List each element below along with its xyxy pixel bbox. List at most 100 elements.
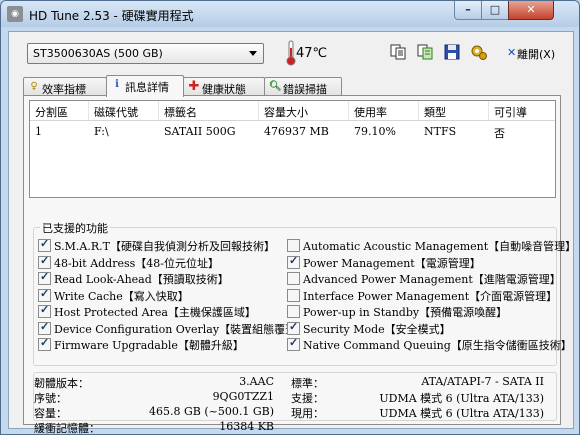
chevron-down-icon <box>249 51 257 56</box>
cell-partition: 1 <box>35 125 42 138</box>
checkbox[interactable] <box>38 254 51 269</box>
checkbox[interactable] <box>287 288 300 302</box>
options-gear-icon <box>471 45 487 60</box>
feature-label: S.M.A.R.T【硬碟自我偵測分析及回報技術】 <box>54 240 275 253</box>
checkbox[interactable] <box>38 336 51 351</box>
feature-label: Security Mode【安全模式】 <box>303 322 451 336</box>
cell-type: NTFS <box>424 125 457 138</box>
tab-benchmark[interactable]: ♀ 效率指標 <box>23 77 107 96</box>
supported-features-group: 已支援的功能 S.M.A.R.T【硬碟自我偵測分析及回報技術】 48-bit Ad… <box>33 220 576 366</box>
column-divider <box>88 101 89 120</box>
column-divider <box>258 101 259 120</box>
feature-label: Write Cache【寫入快取】 <box>54 289 189 303</box>
minimize-icon: – <box>465 3 471 16</box>
capacity-label: 容量： <box>34 407 67 420</box>
hdtune-app-icon: ◉ <box>7 6 23 22</box>
save-button[interactable] <box>443 43 461 61</box>
feature-label: Power Management【電源管理】 <box>303 256 481 270</box>
options-button[interactable] <box>470 43 488 61</box>
column-header-usage[interactable]: 使用率 <box>354 104 387 120</box>
checkbox[interactable] <box>38 287 51 302</box>
supported-value: UDMA 模式 6 (Ultra ATA/133) <box>379 392 544 405</box>
serial-value: 9QG0TZZ1 <box>212 390 274 403</box>
feature-label: Firmware Upgradable【韌體升級】 <box>54 339 244 352</box>
checkbox[interactable] <box>287 272 300 285</box>
checkbox[interactable] <box>287 320 300 335</box>
maximize-icon: □ <box>489 3 501 16</box>
tab-health[interactable]: ✚ 健康狀態 <box>183 77 265 96</box>
maximize-button[interactable]: □ <box>481 1 509 20</box>
info-panel: 分割區 磁碟代號 標籤名 容量大小 使用率 類型 可引導 1 F:\ SATAI… <box>23 95 576 434</box>
column-header-bootable[interactable]: 可引導 <box>494 104 527 120</box>
buffer-value: 16384 KB <box>219 420 274 433</box>
checkbox[interactable] <box>38 237 51 252</box>
client-area: ST3500630AS (500 GB) 47℃ ✕ 離開(X) ♀ 效率指標 … <box>8 31 576 434</box>
tab-info[interactable]: i 訊息詳情 <box>106 75 184 97</box>
app-window: ◉ HD Tune 2.53 - 硬碟實用程式 – □ ✕ ST3500630A… <box>0 0 580 435</box>
cell-label: SATAII 500G <box>164 125 236 138</box>
info-icon: i <box>115 79 119 90</box>
firmware-value: 3.AAC <box>239 375 274 388</box>
exit-button[interactable]: ✕ 離開(X) <box>503 43 557 61</box>
drive-select[interactable]: ST3500630AS (500 GB) <box>27 43 264 64</box>
capacity-value: 465.8 GB (~500.1 GB) <box>148 405 274 418</box>
temperature-readout: 47℃ <box>296 46 328 61</box>
thermometer-icon <box>286 40 296 66</box>
active-mode-label: 現用： <box>291 407 324 420</box>
benchmark-icon: ♀ <box>30 81 38 92</box>
cell-bootable: 否 <box>494 127 505 140</box>
cell-capacity: 476937 MB <box>264 125 329 138</box>
column-divider <box>158 101 159 120</box>
cell-drive-letter: F:\ <box>94 125 109 138</box>
health-cross-icon: ✚ <box>188 79 200 94</box>
column-divider <box>418 101 419 120</box>
column-header-drive-letter[interactable]: 磁碟代號 <box>94 104 138 120</box>
copy-all-button[interactable] <box>416 43 434 61</box>
checkbox[interactable] <box>38 270 51 285</box>
table-header: 分割區 磁碟代號 標籤名 容量大小 使用率 類型 可引導 <box>30 101 555 121</box>
feature-label: Automatic Acoustic Management【自動噪音管理】 <box>303 240 577 253</box>
error-scan-icon: 🔍︎ <box>269 81 282 92</box>
active-mode-value: UDMA 模式 6 (Ultra ATA/133) <box>379 407 544 420</box>
table-row[interactable]: 1 F:\ SATAII 500G 476937 MB 79.10% NTFS … <box>30 123 555 140</box>
column-divider <box>488 101 489 120</box>
supported-label: 支援： <box>291 392 324 405</box>
exit-x-icon: ✕ <box>507 46 517 59</box>
tab-info-label: 訊息詳情 <box>125 81 169 94</box>
feature-label: Native Command Queuing【原生指令儲衝區技術】 <box>303 339 572 352</box>
copy-info-button[interactable] <box>389 43 407 61</box>
close-icon: ✕ <box>526 3 536 16</box>
buffer-label: 緩衝記憶體： <box>34 422 100 435</box>
window-title: HD Tune 2.53 - 硬碟實用程式 <box>29 9 194 23</box>
serial-label: 序號： <box>34 392 67 405</box>
checkbox[interactable] <box>38 303 51 318</box>
tab-error-scan[interactable]: 🔍︎ 錯誤掃描 <box>264 77 342 96</box>
feature-label: Advanced Power Management【進階電源管理】 <box>303 273 561 286</box>
column-divider <box>348 101 349 120</box>
standard-value: ATA/ATAPI-7 - SATA II <box>421 375 544 388</box>
firmware-label: 韌體版本： <box>34 377 89 390</box>
floppy-disk-icon <box>444 44 460 60</box>
checkbox[interactable] <box>287 239 300 252</box>
column-header-type[interactable]: 類型 <box>424 104 446 120</box>
exit-button-label: 離開(X) <box>517 48 556 61</box>
standard-label: 標準： <box>291 377 324 390</box>
features-group-title: 已支援的功能 <box>40 220 110 236</box>
checkbox[interactable] <box>287 254 300 269</box>
feature-label: Interface Power Management【介面電源管理】 <box>303 289 558 303</box>
checkbox[interactable] <box>287 305 300 318</box>
cell-usage: 79.10% <box>354 125 396 138</box>
minimize-button[interactable]: – <box>454 1 482 20</box>
drive-select-value: ST3500630AS (500 GB) <box>33 47 163 60</box>
checkbox[interactable] <box>38 320 51 335</box>
column-header-label[interactable]: 標籤名 <box>164 104 197 120</box>
column-header-capacity[interactable]: 容量大小 <box>264 104 308 120</box>
checkbox[interactable] <box>287 336 300 351</box>
copy-icon <box>390 44 406 60</box>
column-header-partition[interactable]: 分割區 <box>35 104 68 120</box>
feature-label: Power-up in Standby【預備電源喚醒】 <box>303 306 508 319</box>
title-bar[interactable]: ◉ HD Tune 2.53 - 硬碟實用程式 – □ ✕ <box>1 1 579 27</box>
close-button[interactable]: ✕ <box>508 1 554 20</box>
partition-table[interactable]: 分割區 磁碟代號 標籤名 容量大小 使用率 類型 可引導 1 F:\ SATAI… <box>29 100 556 198</box>
feature-label: Host Protected Area【主機保護區域】 <box>54 306 256 319</box>
